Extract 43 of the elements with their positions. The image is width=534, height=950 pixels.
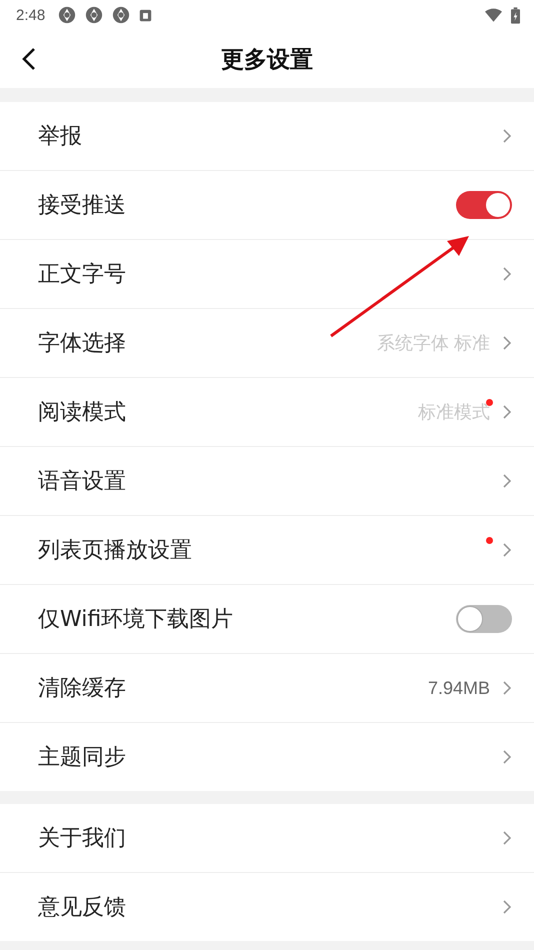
settings-row[interactable]: 意见反馈 <box>0 873 534 941</box>
chevron-icon <box>502 680 512 696</box>
row-label: 意见反馈 <box>38 894 127 922</box>
chevron-icon <box>502 266 512 282</box>
settings-row[interactable]: 关于我们 <box>0 804 534 873</box>
chevron-icon <box>502 830 512 846</box>
chevron-icon <box>502 335 512 351</box>
row-label: 接受推送 <box>38 192 127 220</box>
row-label: 字体选择 <box>38 330 127 358</box>
chevron-icon <box>502 404 512 420</box>
settings-row[interactable]: 举报 <box>0 102 534 171</box>
row-label: 正文字号 <box>38 261 127 289</box>
notification-icon <box>139 8 152 22</box>
chevron-icon <box>502 542 512 558</box>
chevron-icon <box>502 473 512 489</box>
settings-row[interactable]: 主题同步 <box>0 723 534 791</box>
row-label: 仅Wifi环境下载图片 <box>38 606 234 634</box>
row-label: 阅读模式 <box>38 399 127 427</box>
settings-row[interactable]: 列表页播放设置 <box>0 516 534 585</box>
battery-icon <box>511 6 520 24</box>
status-time: 2:48 <box>16 6 46 24</box>
aperture-icon <box>58 6 76 24</box>
page-title: 更多设置 <box>221 46 313 74</box>
wifi-icon <box>485 8 502 22</box>
row-label: 列表页播放设置 <box>38 537 193 565</box>
chevron-icon <box>502 899 512 915</box>
chevron-icon <box>502 128 512 144</box>
row-label: 主题同步 <box>38 744 127 772</box>
aperture-icon <box>112 6 130 24</box>
toggle-switch[interactable] <box>456 605 512 633</box>
row-value: 7.94MB <box>428 678 490 698</box>
chevron-icon <box>502 749 512 765</box>
back-icon[interactable] <box>22 47 36 71</box>
row-label: 清除缓存 <box>38 675 127 703</box>
settings-row[interactable]: 仅Wifi环境下载图片 <box>0 585 534 654</box>
row-label: 语音设置 <box>38 468 127 496</box>
aperture-icon <box>85 6 104 24</box>
settings-row[interactable]: 接受推送 <box>0 171 534 240</box>
row-label: 关于我们 <box>38 825 127 853</box>
settings-row[interactable]: 清除缓存 7.94MB <box>0 654 534 723</box>
settings-row[interactable]: 语音设置 <box>0 447 534 516</box>
toggle-switch[interactable] <box>456 191 512 219</box>
row-label: 举报 <box>38 123 83 151</box>
